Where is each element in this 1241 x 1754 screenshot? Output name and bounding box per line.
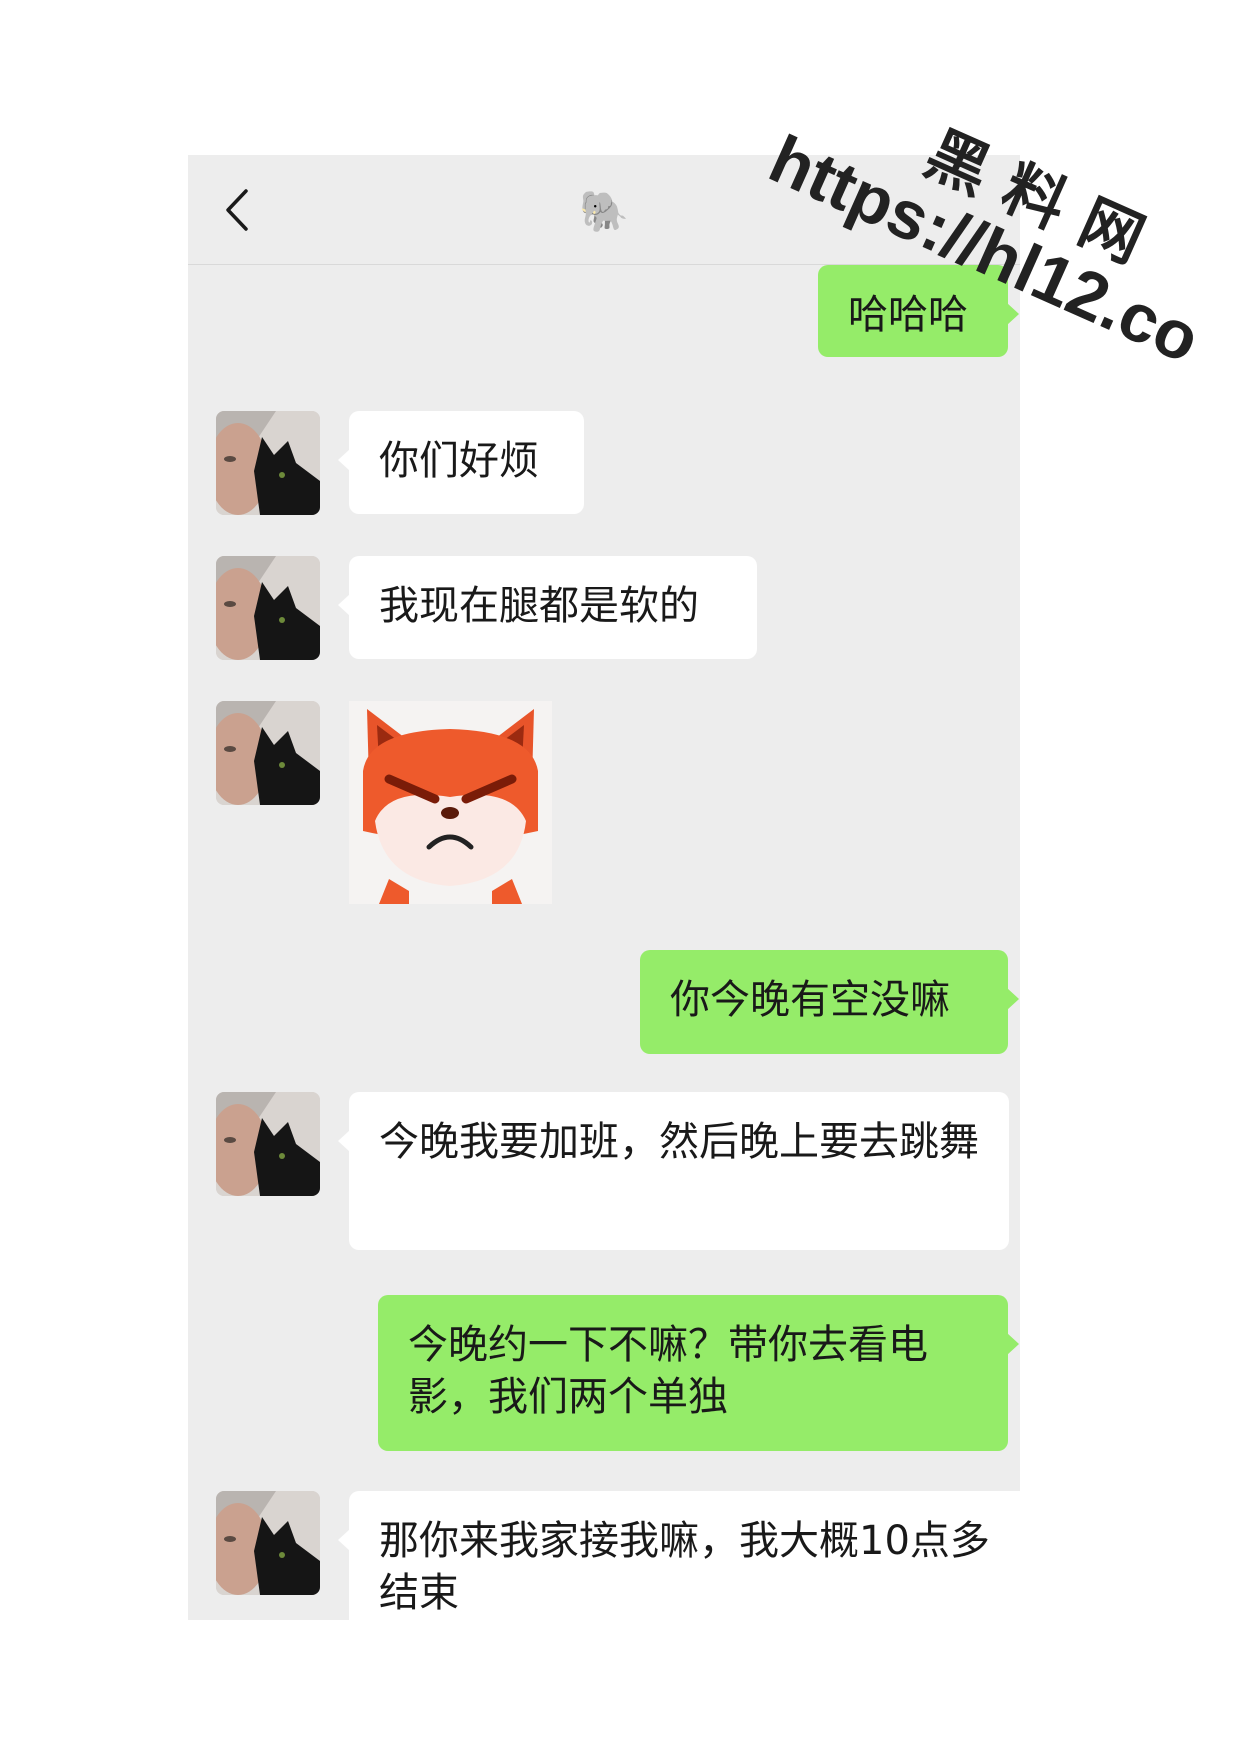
chat-title: 🐘: [579, 189, 629, 235]
incoming-message[interactable]: 今晚我要加班，然后晚上要去跳舞: [338, 1092, 1009, 1250]
avatar[interactable]: [216, 1491, 320, 1595]
chat-screen: 🐘 哈哈哈 你们好烦 我现在腿都是软的 你今晚有空没嘛 今晚我要加班，然后晚上要…: [188, 155, 1020, 1620]
avatar[interactable]: [216, 556, 320, 660]
chat-header: 🐘: [188, 155, 1020, 265]
avatar[interactable]: [216, 411, 320, 515]
outgoing-message[interactable]: 哈哈哈: [818, 265, 1019, 357]
avatar[interactable]: [216, 1092, 320, 1196]
avatar[interactable]: [216, 701, 320, 805]
incoming-message[interactable]: 你们好烦: [338, 411, 584, 514]
outgoing-message[interactable]: 你今晚有空没嘛: [640, 950, 1019, 1054]
angry-fox-sticker[interactable]: [349, 701, 552, 904]
page: 🐘 哈哈哈 你们好烦 我现在腿都是软的 你今晚有空没嘛 今晚我要加班，然后晚上要…: [0, 0, 1241, 1754]
outgoing-message[interactable]: 今晚约一下不嘛？带你去看电影，我们两个单独: [378, 1295, 1019, 1451]
incoming-message[interactable]: 我现在腿都是软的: [338, 556, 757, 659]
incoming-message[interactable]: 那你来我家接我嘛，我大概10点多结束: [338, 1491, 1020, 1620]
